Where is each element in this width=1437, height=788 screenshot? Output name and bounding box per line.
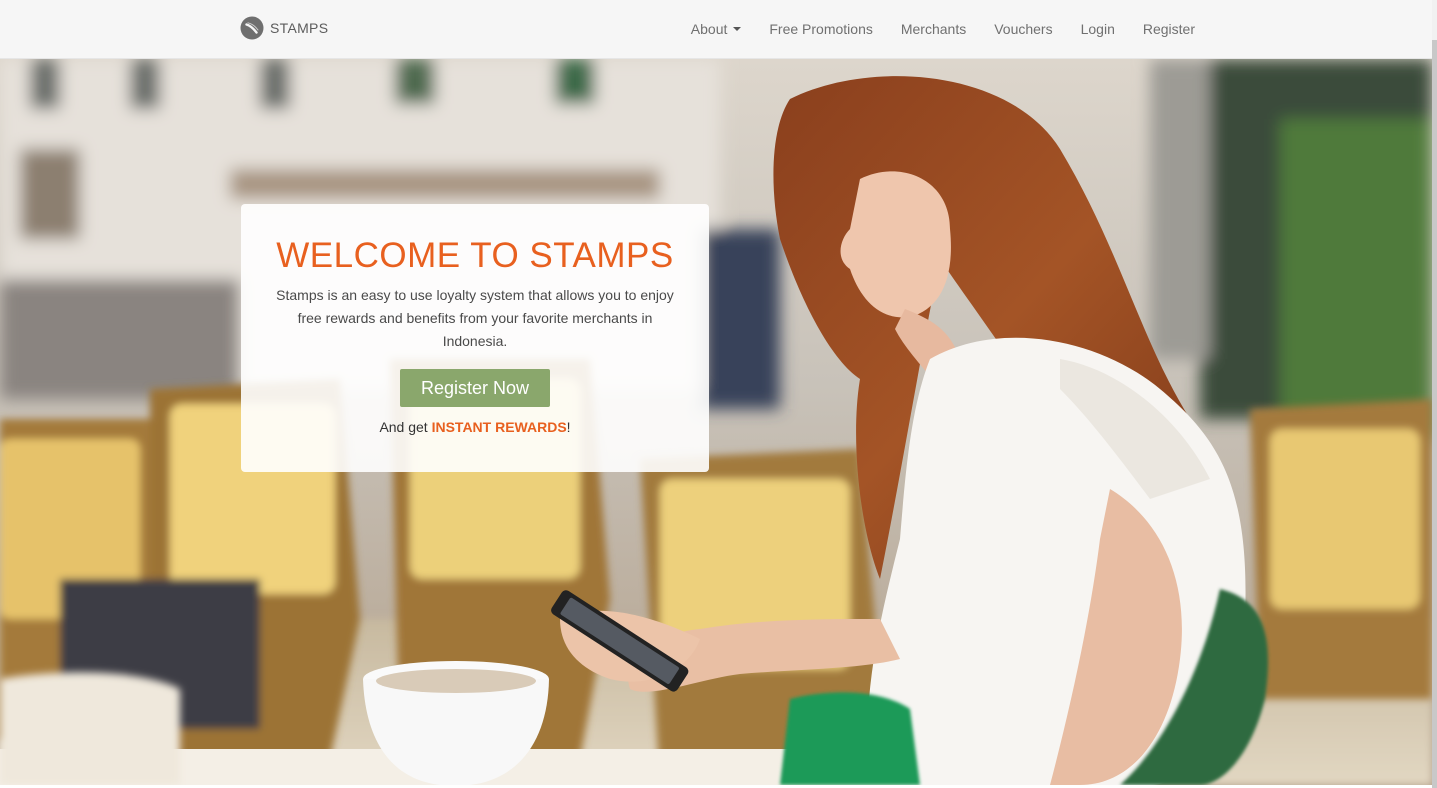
welcome-description: Stamps is an easy to use loyalty system … — [276, 287, 674, 349]
nav-item-vouchers[interactable]: Vouchers — [994, 21, 1052, 37]
caret-down-icon — [733, 27, 742, 31]
nav-item-merchants[interactable]: Merchants — [901, 21, 966, 37]
hero-section: WELCOME TO STAMPS Stamps is an easy to u… — [0, 59, 1432, 785]
register-now-button[interactable]: Register Now — [400, 369, 550, 407]
reward-suffix: ! — [566, 419, 571, 435]
welcome-card: WELCOME TO STAMPS Stamps is an easy to u… — [241, 204, 709, 472]
instant-rewards-line: And get INSTANT REWARDS! — [241, 419, 709, 435]
brand-label: STAMPS — [270, 20, 329, 36]
nav-item-register[interactable]: Register — [1143, 21, 1195, 37]
scrollbar-track[interactable] — [1432, 0, 1437, 788]
instant-rewards-highlight: INSTANT REWARDS — [431, 419, 567, 435]
hero-background-photo — [0, 59, 1432, 785]
main-nav: About Free Promotions Merchants Vouchers… — [663, 0, 1195, 58]
top-navbar: STAMPS About Free Promotions Merchants V… — [0, 0, 1432, 59]
brand-link[interactable]: STAMPS — [240, 15, 328, 41]
welcome-title: WELCOME TO STAMPS — [276, 236, 674, 275]
stamps-logo-icon — [240, 16, 264, 40]
nav-item-free-promotions[interactable]: Free Promotions — [769, 21, 872, 37]
reward-prefix: And get — [379, 419, 432, 435]
nav-item-about[interactable]: About — [691, 21, 742, 37]
scrollbar-thumb[interactable] — [1432, 40, 1437, 788]
nav-item-login[interactable]: Login — [1081, 21, 1115, 37]
nav-item-about-label: About — [690, 21, 728, 37]
